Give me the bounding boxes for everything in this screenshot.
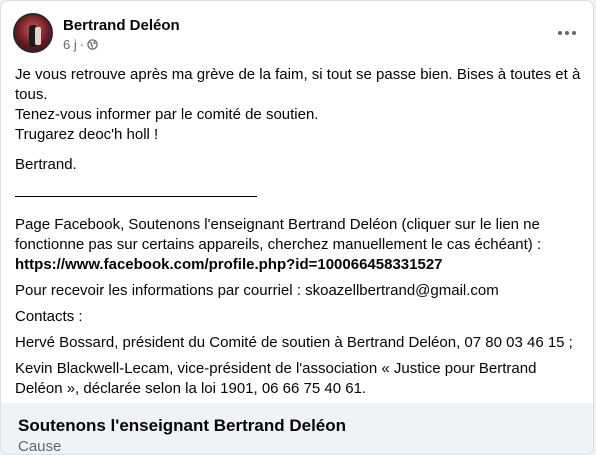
contact-line: Hervé Bossard, président du Comité de so… [15,334,573,351]
dot-icon [572,31,576,35]
dot-icon [558,31,562,35]
post-card: Bertrand Deléon 6 j · Je vous retrouve a… [0,0,594,455]
preview-subtitle: Cause [18,438,62,455]
separator-line [15,189,257,197]
meta-separator: · [79,37,85,52]
post-meta: 6 j · [63,37,98,52]
author-name[interactable]: Bertrand Deléon [63,17,180,34]
post-text-line: Tenez-vous informer par le comité de sou… [15,106,319,123]
profile-link[interactable]: https://www.facebook.com/profile.php?id=… [15,255,581,275]
facebook-page-text: Page Facebook, Soutenons l'enseignant Be… [15,216,542,253]
avatar-figure-light [35,27,41,45]
preview-title[interactable]: Soutenons l'enseignant Bertrand Deléon [18,416,346,436]
globe-icon[interactable] [87,39,98,50]
avatar[interactable] [13,13,53,53]
post-body: Je vous retrouve après ma grève de la fa… [15,65,581,399]
dot-icon [565,31,569,35]
post-text-line: Trugarez deoc'h holl ! [15,126,159,143]
link-preview[interactable]: Soutenons l'enseignant Bertrand Deléon C… [1,403,593,455]
contact-line: Kevin Blackwell-Lecam, vice-président de… [15,360,537,397]
post-signature: Bertrand. [15,156,77,173]
post-text-line: Je vous retrouve après ma grève de la fa… [15,66,581,103]
email-line: Pour recevoir les informations par courr… [15,282,499,299]
more-options-icon[interactable] [553,19,581,47]
post-header: Bertrand Deléon 6 j · [13,13,583,57]
contacts-heading: Contacts : [15,308,83,325]
post-time[interactable]: 6 j [63,37,77,52]
